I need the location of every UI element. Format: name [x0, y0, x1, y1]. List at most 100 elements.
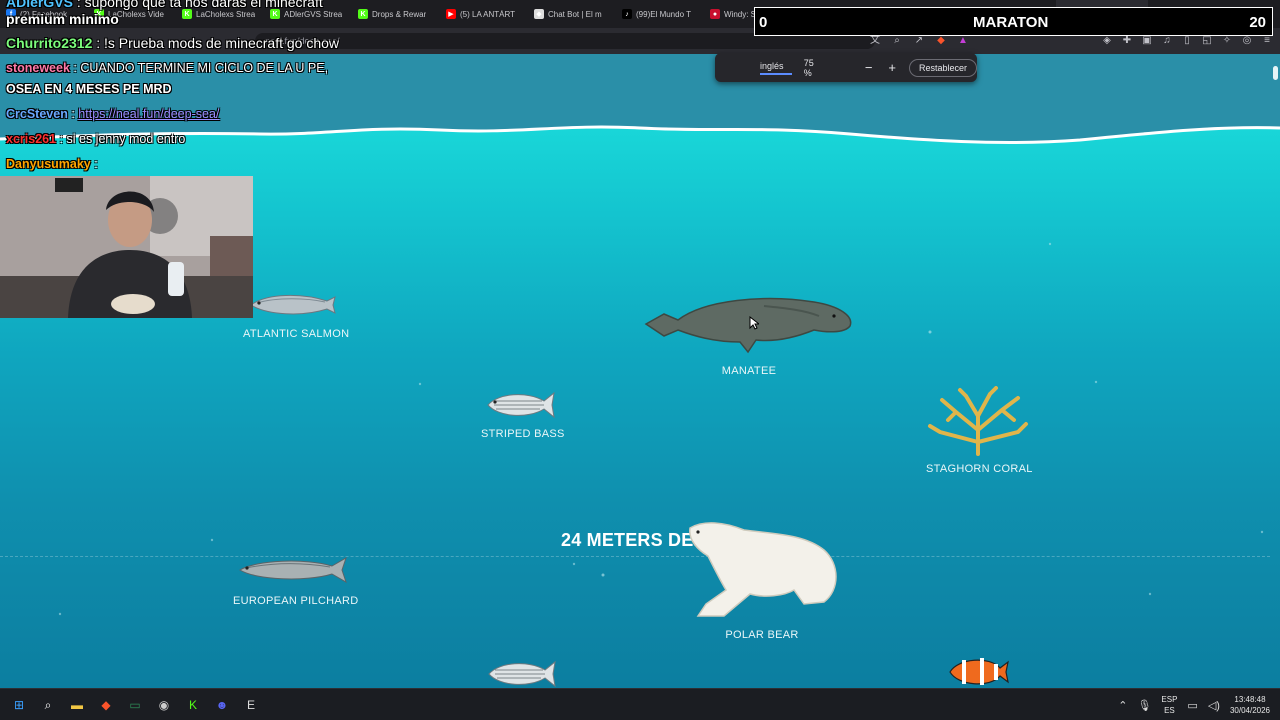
chat-text: OSEA EN 4 MESES PE MRD	[6, 82, 172, 96]
chat-username: xcris261	[6, 132, 57, 146]
chat-username: CrcSteven	[6, 107, 68, 121]
zoom-in-button[interactable]: +	[887, 60, 897, 75]
mouse-cursor-icon	[749, 316, 759, 330]
sidebar-icon[interactable]: ▯	[1180, 34, 1194, 48]
chat-username: stoneweek	[6, 61, 70, 75]
lang-top: ESP	[1161, 695, 1178, 704]
chat-message: stoneweek : CUANDO TERMINE MI CICLO DE L…	[6, 61, 328, 75]
creature-staghorn-coral[interactable]: STAGHORN CORAL	[926, 386, 1032, 475]
polar-bear-image	[689, 522, 837, 617]
windy-icon: ●	[710, 9, 720, 19]
browser-tab[interactable]: ◆ Chat Bot | El m	[528, 0, 616, 28]
zoom-icon[interactable]: ⌕	[890, 34, 904, 48]
staghorn-coral-image	[928, 386, 1028, 456]
toolbar-right-icons: ◈ ✚ ▣ ♫ ▯ ◱ ✧ ◎ ≡	[1100, 34, 1274, 48]
webcam-overlay	[0, 176, 253, 318]
vpn-icon[interactable]: ◎	[1240, 34, 1254, 48]
chat-message: CrcSteven : https://neal.fun/deep-sea/	[6, 107, 219, 121]
taskbar-apps: ⊞ ⌕ ▬ ◆ ▭ ◉ K ☻ E	[8, 694, 262, 716]
chat-text: :	[71, 107, 75, 121]
creature-atlantic-salmon[interactable]: ATLANTIC SALMON	[243, 287, 350, 340]
leo-ai-icon[interactable]: ✧	[1220, 34, 1234, 48]
creature-european-pilchard[interactable]: EUROPEAN PILCHARD	[233, 552, 359, 607]
input-language[interactable]: ESP ES	[1161, 694, 1177, 716]
share-icon[interactable]: ↗	[912, 34, 926, 48]
zoom-popup: inglés 75 % − + Restablecer	[715, 53, 978, 82]
chat-message: ADlerGVS : supongo que ta nos darás el m…	[6, 0, 323, 10]
marathon-title: MARATON	[973, 14, 1049, 31]
creature-manatee[interactable]: MANATEE	[644, 286, 854, 377]
browser-tab[interactable]: ♪ (99)El Mundo T	[616, 0, 704, 28]
address-bar-actions: 文 ⌕ ↗ ◆ ▲	[868, 34, 970, 48]
atlantic-salmon-image	[250, 294, 336, 315]
media-icon[interactable]: ♫	[1160, 34, 1174, 48]
extensions-icon[interactable]: ✚	[1120, 34, 1134, 48]
creature-name: ATLANTIC SALMON	[243, 328, 350, 340]
tab-label: (99)El Mundo T	[636, 9, 691, 19]
volume-icon[interactable]: ◁)	[1208, 699, 1220, 712]
translate-icon[interactable]: 文	[868, 34, 882, 48]
chat-link[interactable]: https://neal.fun/deep-sea/	[78, 107, 219, 121]
tab-label: ADlerGVS Strea	[284, 9, 343, 19]
brave-shields-icon[interactable]: ◆	[934, 34, 948, 48]
deep-sea-page[interactable]: 24 METERS DEEP ATLANTIC SALMON MANATEE S…	[0, 54, 1280, 688]
bot-icon: ◆	[534, 9, 544, 19]
zoom-level: 75 %	[803, 57, 814, 78]
particles	[58, 242, 1264, 616]
tab-label: Chat Bot | El m	[548, 9, 602, 19]
youtube-icon: ▶	[446, 9, 456, 19]
chat-text: premium minimo	[6, 11, 119, 27]
chat-text: : supongo que ta nos darás el minecraft	[76, 0, 323, 10]
discord-icon[interactable]: ☻	[211, 694, 233, 716]
chat-text: : si es jenny mod entro	[59, 132, 186, 146]
obs-icon[interactable]: ◉	[153, 694, 175, 716]
browser-tab[interactable]: ▶ (5) LA ANTÁRT	[440, 0, 528, 28]
brave-rewards-icon[interactable]: ▲	[956, 34, 970, 48]
creature-name: POLAR BEAR	[725, 629, 799, 641]
chat-username: ADlerGVS	[6, 0, 73, 10]
kick-icon: K	[182, 9, 192, 19]
marathon-left-count: 0	[759, 14, 768, 31]
wallet-icon[interactable]: ◈	[1100, 34, 1114, 48]
translate-language[interactable]: inglés	[760, 61, 792, 75]
network-icon[interactable]: ▭	[1187, 699, 1197, 712]
windows-start-icon[interactable]: ⊞	[8, 694, 30, 716]
brave-browser-icon[interactable]: ◆	[95, 694, 117, 716]
clock[interactable]: 13:48:48 30/04/2026	[1230, 694, 1270, 716]
clock-time: 13:48:48	[1234, 695, 1266, 704]
page-scrollbar[interactable]	[1273, 66, 1278, 80]
creature-polar-bear[interactable]: POLAR BEAR	[684, 520, 840, 641]
striped-bass-image	[487, 391, 555, 419]
screenshot-icon[interactable]: ▣	[1140, 34, 1154, 48]
zoom-out-button[interactable]: −	[864, 60, 874, 75]
kick-icon: K	[358, 9, 368, 19]
lang-bottom: ES	[1164, 706, 1175, 715]
striped-bass-partial-image	[488, 660, 556, 688]
creature-name: STRIPED BASS	[481, 428, 565, 440]
tab-label: Drops & Rewar	[372, 9, 427, 19]
chat-message: xcris261 : si es jenny mod entro	[6, 132, 185, 146]
file-explorer-icon[interactable]: ▬	[66, 694, 88, 716]
zoom-reset-button[interactable]: Restablecer	[908, 58, 978, 77]
terminal-icon[interactable]: ▭	[124, 694, 146, 716]
kick-app-icon[interactable]: K	[182, 694, 204, 716]
creature-striped-bass[interactable]: STRIPED BASS	[481, 387, 565, 440]
chat-text: :	[94, 157, 98, 171]
browser-tab[interactable]: K Drops & Rewar	[352, 0, 440, 28]
tabs-icon[interactable]: ◱	[1200, 34, 1214, 48]
creature-name: EUROPEAN PILCHARD	[233, 595, 359, 607]
microphone-icon[interactable]: 🎙	[1137, 699, 1151, 712]
menu-icon[interactable]: ≡	[1260, 34, 1274, 48]
chat-text: : CUANDO TERMINE MI CICLO DE LA U PE,	[73, 61, 329, 75]
chat-username: Danyusumaky	[6, 157, 91, 171]
chevron-up-icon[interactable]: ⌃	[1118, 699, 1127, 712]
chat-message: Churrito2312 : !s Prueba mods de minecra…	[6, 35, 339, 51]
kick-icon: K	[270, 9, 280, 19]
system-tray: ⌃ 🎙 ESP ES ▭ ◁) 13:48:48 30/04/2026	[1118, 694, 1270, 716]
search-icon[interactable]: ⌕	[37, 694, 59, 716]
epic-games-icon[interactable]: E	[240, 694, 262, 716]
tab-label: LaCholexs Strea	[196, 9, 256, 19]
marathon-right-count: 20	[1249, 14, 1266, 31]
chat-message: OSEA EN 4 MESES PE MRD	[6, 82, 172, 96]
clock-date: 30/04/2026	[1229, 706, 1270, 715]
